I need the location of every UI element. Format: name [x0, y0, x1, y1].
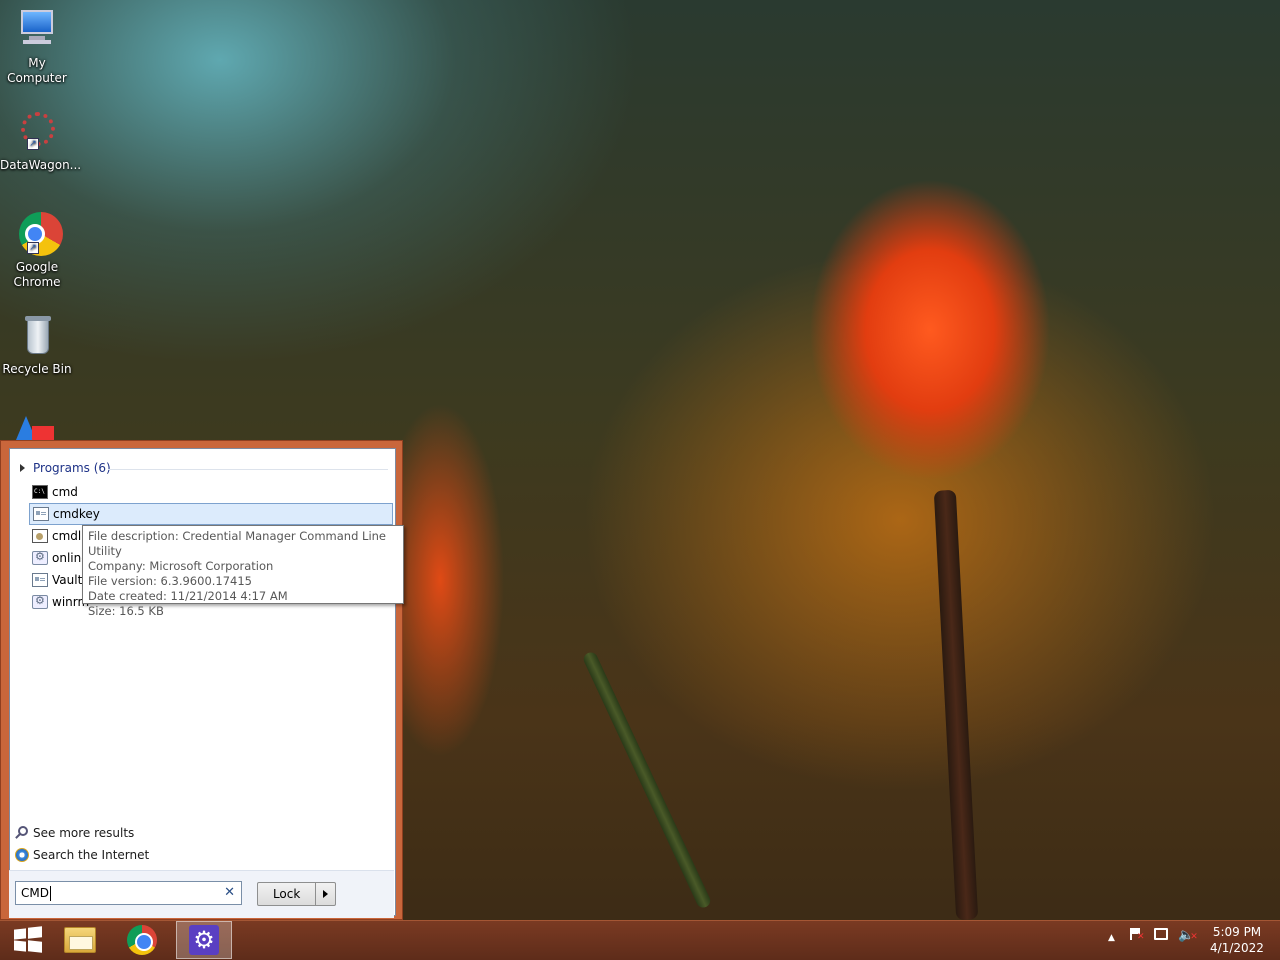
app-window-icon: [33, 507, 49, 521]
desktop-icon-label: Computer: [7, 71, 67, 85]
network-icon[interactable]: [1154, 928, 1168, 943]
see-more-results-link[interactable]: See more results: [15, 826, 134, 840]
internet-explorer-icon: [15, 848, 29, 862]
cert-icon: [32, 529, 48, 543]
taskbar-chrome[interactable]: [114, 921, 170, 959]
system-clock[interactable]: 5:09 PM 4/1/2022: [1200, 924, 1274, 956]
tooltip-description: File description: Credential Manager Com…: [88, 529, 387, 558]
search-input[interactable]: CMD ✕: [15, 881, 242, 905]
file-info-tooltip: File description: Credential Manager Com…: [82, 525, 404, 618]
clear-search-icon[interactable]: ✕: [224, 885, 235, 900]
text-caret: [49, 885, 51, 901]
programs-group-header[interactable]: Programs (6): [20, 461, 111, 475]
desktop-icon-recycle-bin[interactable]: Recycle Bin: [0, 314, 74, 377]
lock-button[interactable]: Lock: [258, 883, 315, 905]
search-results-pane: Programs (6) cmd cmdkey cmdl32 online Va…: [9, 448, 396, 916]
recycle-bin-icon: [15, 314, 59, 358]
desktop-icon-google-chrome[interactable]: ↗ Google Chrome: [0, 212, 74, 290]
gear-app-icon: [32, 550, 48, 565]
program-label: cmd: [52, 485, 78, 499]
chrome-icon: [127, 925, 157, 955]
datawagon-shortcut-icon: ↗: [15, 110, 59, 154]
desktop-icon-label: Recycle Bin: [2, 362, 72, 376]
tooltip-date-created: Date created: 11/21/2014 4:17 AM: [88, 589, 288, 603]
tooltip-company: Company: Microsoft Corporation: [88, 559, 274, 573]
desktop-icon-datawagon[interactable]: ↗ DataWagon...: [0, 110, 82, 173]
group-divider: [108, 469, 388, 470]
volume-muted-icon[interactable]: 🔈✕: [1178, 928, 1198, 943]
see-more-results-label: See more results: [33, 826, 135, 840]
desktop-icon-label: Google: [15, 260, 59, 274]
taskbar-settings-app[interactable]: ⚙: [176, 921, 232, 959]
program-item-cmdkey[interactable]: cmdkey: [29, 503, 393, 525]
tooltip-version: File version: 6.3.9600.17415: [88, 574, 252, 588]
taskbar-file-explorer[interactable]: [52, 921, 108, 959]
clock-date: 4/1/2022: [1210, 941, 1264, 955]
search-icon: [15, 826, 29, 840]
partial-desktop-icon: [16, 416, 56, 440]
expand-triangle-icon: [20, 464, 25, 472]
show-hidden-icons-icon[interactable]: ▲: [1108, 933, 1115, 943]
program-item-cmd[interactable]: cmd: [29, 481, 393, 503]
program-label: cmdkey: [53, 507, 100, 521]
programs-group-label: Programs (6): [33, 461, 111, 475]
desktop-icon-label: Chrome: [13, 275, 61, 289]
my-computer-icon: [15, 8, 59, 52]
power-options-arrow-icon[interactable]: [315, 883, 335, 905]
tooltip-size: Size: 16.5 KB: [88, 604, 164, 618]
gear-icon: ⚙: [189, 925, 219, 955]
desktop-icon-my-computer[interactable]: My Computer: [0, 8, 74, 86]
lock-split-button: Lock: [257, 882, 336, 906]
gear-app-icon: [32, 594, 48, 609]
clock-time: 5:09 PM: [1212, 925, 1262, 939]
action-center-flag-icon[interactable]: ✕: [1130, 928, 1145, 943]
windows-logo-icon: [14, 926, 42, 953]
app-window-icon: [32, 573, 48, 587]
desktop-icon-label: DataWagon...: [0, 158, 82, 172]
folder-icon: [64, 927, 96, 953]
cmd-icon: [32, 485, 48, 499]
start-button[interactable]: [0, 921, 56, 959]
search-internet-label: Search the Internet: [33, 848, 150, 862]
wallpaper-leaf: [581, 650, 713, 910]
search-internet-link[interactable]: Search the Internet: [15, 848, 149, 862]
search-input-value: CMD: [21, 886, 49, 900]
wallpaper-stem: [933, 489, 979, 921]
chrome-shortcut-icon: ↗: [15, 212, 63, 256]
desktop-icon-label: My: [28, 56, 46, 70]
